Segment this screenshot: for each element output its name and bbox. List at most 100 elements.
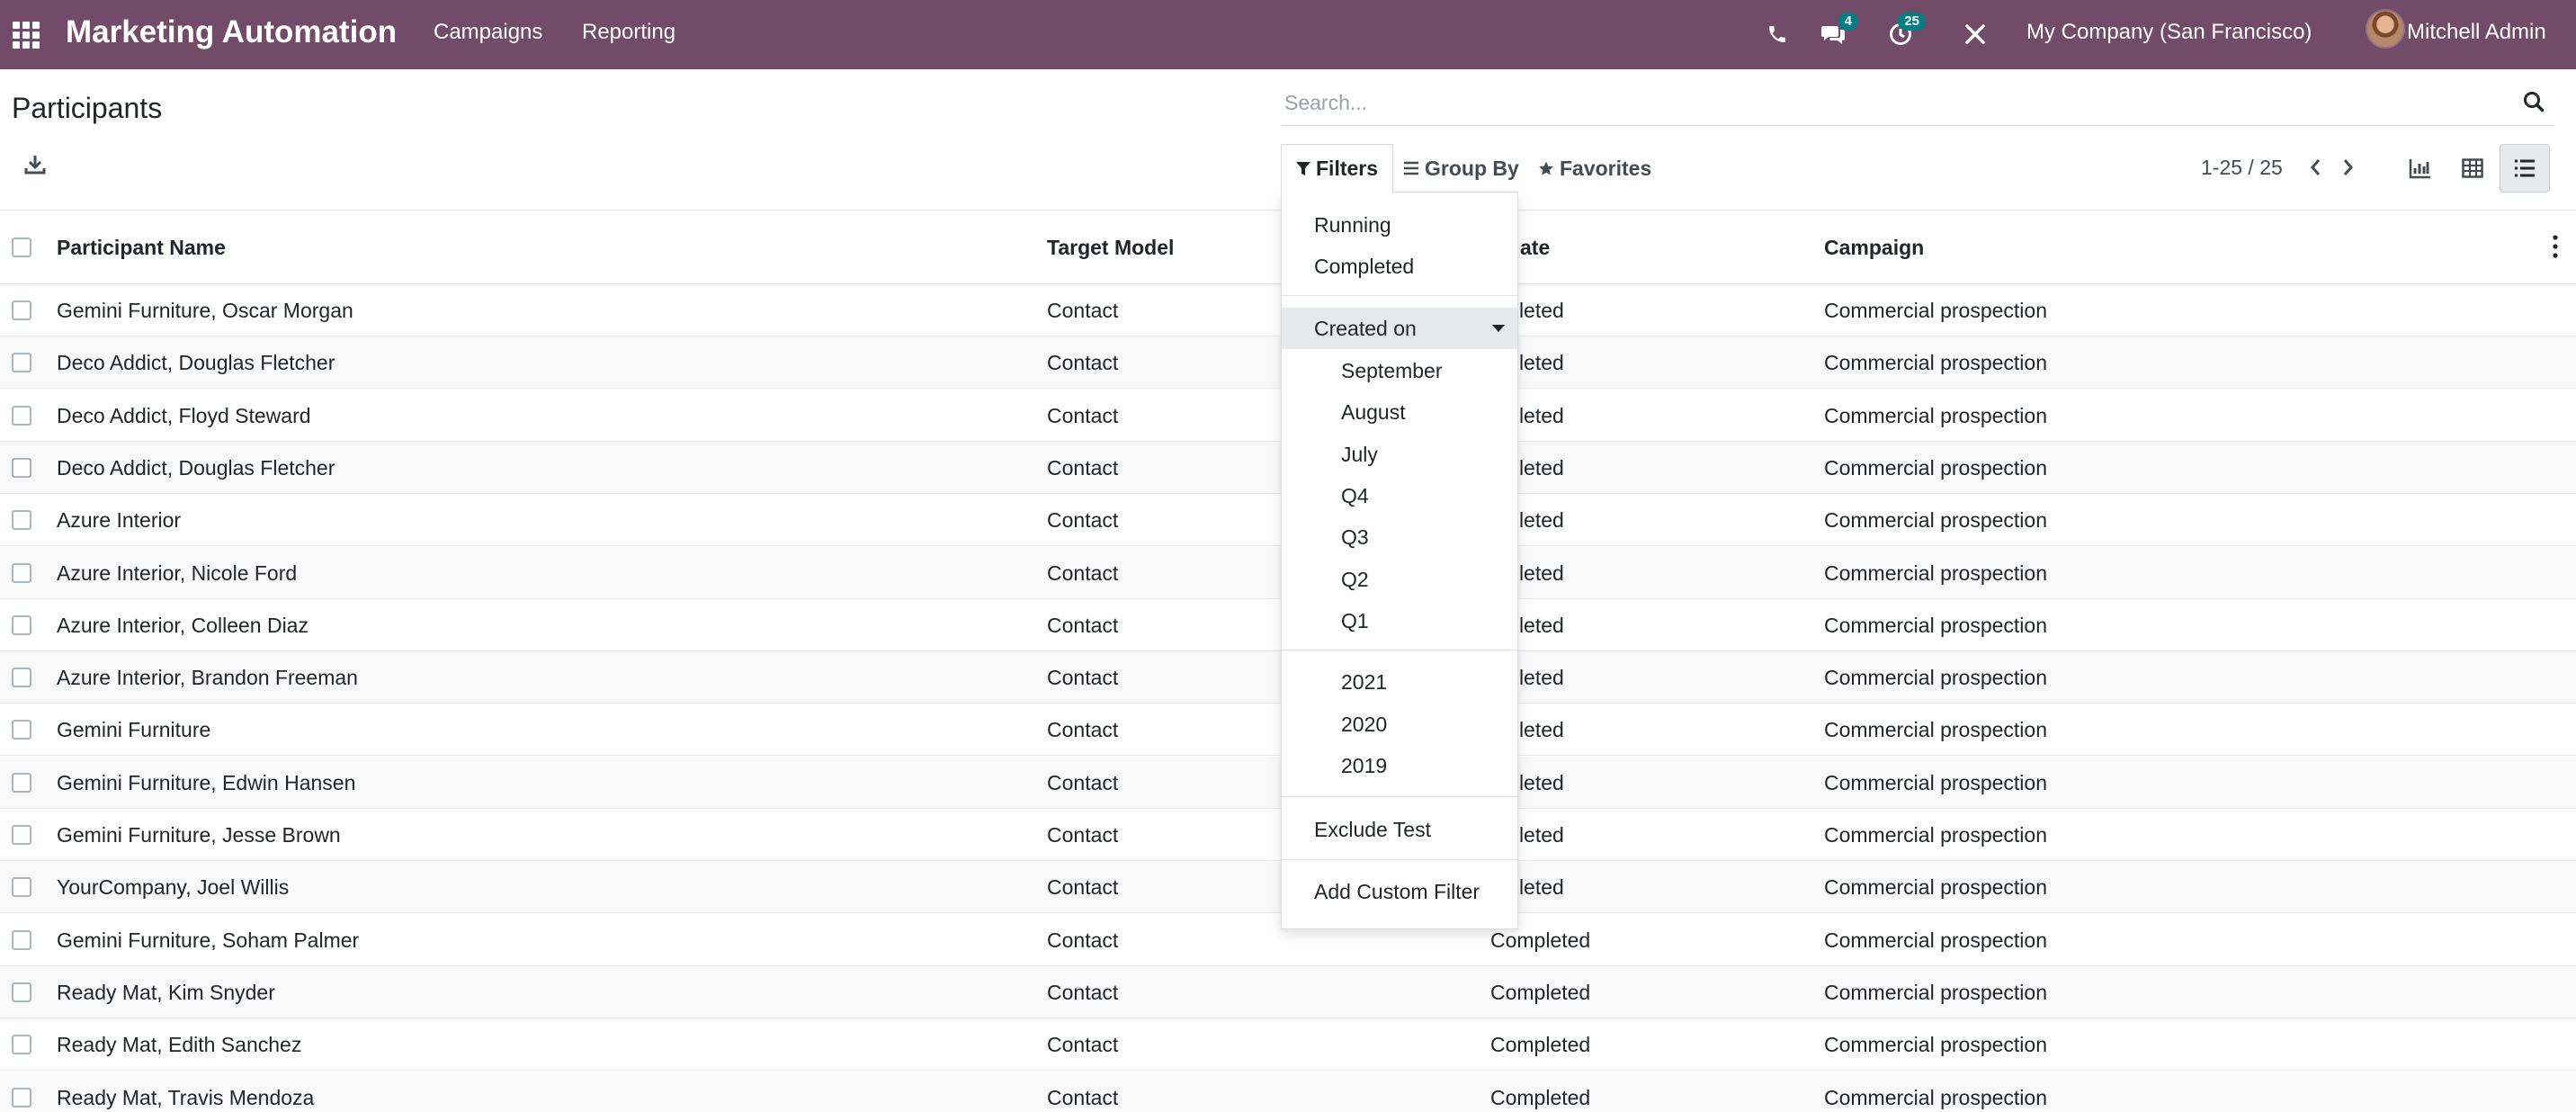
pager-next-icon[interactable] — [2335, 153, 2362, 182]
row-checkbox[interactable] — [12, 668, 31, 688]
filter-created-on-label: Created on — [1314, 317, 1417, 340]
table-row[interactable]: Ready Mat, Edith Sanchez Contact Completed… — [0, 1018, 2576, 1072]
add-custom-filter[interactable]: Add Custom Filter — [1282, 871, 1517, 912]
row-checkbox[interactable] — [12, 300, 31, 320]
filter-quarter-q3[interactable]: Q3 — [1282, 516, 1517, 558]
search-icon[interactable] — [2522, 90, 2547, 115]
filter-exclude-test[interactable]: Exclude Test — [1282, 809, 1517, 850]
favorites-label: Favorites — [1560, 156, 1652, 180]
campaign-cell: Commercial prospection — [1824, 666, 2047, 690]
participant-name-cell: YourCompany, Joel Willis — [57, 875, 290, 900]
favorites-button[interactable]: Favorites — [1538, 144, 1651, 193]
optional-columns-icon[interactable] — [2553, 232, 2558, 261]
participant-name-cell: Azure Interior, Brandon Freeman — [57, 666, 358, 690]
participant-name-cell: Ready Mat, Travis Mendoza — [57, 1085, 315, 1109]
row-checkbox[interactable] — [12, 1087, 31, 1108]
messages-badge: 4 — [1838, 13, 1858, 31]
campaign-cell: Commercial prospection — [1824, 403, 2047, 427]
participant-name-cell: Gemini Furniture, Oscar Morgan — [57, 299, 353, 322]
table-row[interactable]: Ready Mat, Kim Snyder Contact Completed Com… — [0, 965, 2576, 1018]
activities-badge: 25 — [1898, 13, 1926, 31]
filters-label: Filters — [1316, 157, 1379, 180]
filters-dropdown: Running Completed Created on September A… — [1281, 192, 1518, 929]
target-model-cell: Contact — [1047, 403, 1119, 427]
row-checkbox[interactable] — [12, 405, 31, 426]
participant-name-cell: Gemini Furniture, Edwin Hansen — [57, 770, 356, 794]
filter-quarter-q4[interactable]: Q4 — [1282, 475, 1517, 516]
target-model-cell: Contact — [1047, 666, 1119, 690]
dropdown-divider — [1282, 796, 1517, 797]
campaign-cell: Commercial prospection — [1824, 875, 2047, 900]
apps-grid-icon[interactable] — [13, 22, 40, 49]
campaign-cell: Commercial prospection — [1824, 508, 2047, 533]
target-model-cell: Contact — [1047, 613, 1119, 637]
graph-view-icon[interactable] — [2395, 144, 2446, 193]
filters-button[interactable]: Filters — [1281, 144, 1394, 193]
row-checkbox[interactable] — [12, 1035, 31, 1055]
campaign-cell: Commercial prospection — [1824, 770, 2047, 794]
caret-down-icon — [1492, 325, 1505, 332]
dropdown-divider — [1282, 859, 1517, 860]
company-switcher[interactable]: My Company (San Francisco) — [2026, 18, 2312, 47]
table-row[interactable]: Ready Mat, Travis Mendoza Contact Complete… — [0, 1071, 2576, 1112]
menu-reporting[interactable]: Reporting — [582, 18, 675, 47]
filter-month-july[interactable]: July — [1282, 434, 1517, 475]
filter-running[interactable]: Running — [1282, 204, 1517, 246]
row-checkbox[interactable] — [12, 614, 31, 635]
phone-icon[interactable] — [1761, 18, 1793, 50]
target-model-cell: Contact — [1047, 1033, 1119, 1057]
group-by-button[interactable]: Group By — [1403, 144, 1519, 193]
filter-quarter-q1[interactable]: Q1 — [1282, 600, 1517, 641]
star-icon — [1539, 161, 1553, 175]
target-model-cell: Contact — [1047, 718, 1119, 742]
list-view-icon[interactable] — [2500, 144, 2550, 193]
header-state[interactable]: ate — [1520, 234, 1550, 261]
row-checkbox[interactable] — [12, 825, 31, 845]
target-model-cell: Contact — [1047, 823, 1119, 847]
target-model-cell: Contact — [1047, 928, 1119, 952]
list-bars-icon — [1404, 161, 1418, 175]
messages-icon[interactable]: 4 — [1817, 13, 1858, 50]
pager-value[interactable]: 1-25 / 25 — [2201, 153, 2283, 182]
state-cell: Completed — [1490, 1033, 1591, 1057]
select-all-checkbox[interactable] — [12, 238, 31, 257]
filter-quarter-q2[interactable]: Q2 — [1282, 559, 1517, 600]
app-title[interactable]: Marketing Automation — [66, 13, 397, 52]
search-input[interactable] — [1281, 83, 2554, 122]
participant-name-cell: Deco Addict, Douglas Fletcher — [57, 351, 335, 375]
pivot-view-icon[interactable] — [2447, 144, 2498, 193]
row-checkbox[interactable] — [12, 562, 31, 583]
row-checkbox[interactable] — [12, 510, 31, 531]
user-avatar[interactable] — [2366, 9, 2405, 49]
participant-name-cell: Ready Mat, Kim Snyder — [57, 980, 275, 1004]
download-icon[interactable] — [23, 153, 50, 180]
filter-year-2021[interactable]: 2021 — [1282, 661, 1517, 703]
pager-previous-icon[interactable] — [2302, 153, 2329, 182]
user-menu[interactable]: Mitchell Admin — [2407, 18, 2546, 47]
filter-month-august[interactable]: August — [1282, 391, 1517, 433]
menu-campaigns[interactable]: Campaigns — [434, 18, 542, 47]
row-checkbox[interactable] — [12, 353, 31, 373]
row-checkbox[interactable] — [12, 457, 31, 478]
row-checkbox[interactable] — [12, 929, 31, 950]
target-model-cell: Contact — [1047, 299, 1119, 322]
filter-completed[interactable]: Completed — [1282, 246, 1517, 287]
row-checkbox[interactable] — [12, 772, 31, 793]
campaign-cell: Commercial prospection — [1824, 455, 2047, 480]
header-participant-name[interactable]: Participant Name — [57, 234, 226, 261]
filter-month-september[interactable]: September — [1282, 350, 1517, 391]
row-checkbox[interactable] — [12, 720, 31, 740]
filter-year-2020[interactable]: 2020 — [1282, 704, 1517, 745]
target-model-cell: Contact — [1047, 455, 1119, 480]
debug-tools-icon[interactable] — [1959, 18, 1991, 50]
filter-year-2019[interactable]: 2019 — [1282, 745, 1517, 786]
header-target-model[interactable]: Target Model — [1047, 234, 1174, 261]
filter-created-on[interactable]: Created on — [1282, 308, 1517, 349]
campaign-cell: Commercial prospection — [1824, 613, 2047, 637]
row-checkbox[interactable] — [12, 877, 31, 898]
header-campaign[interactable]: Campaign — [1824, 234, 1924, 261]
participant-name-cell: Deco Addict, Floyd Steward — [57, 403, 311, 427]
activity-clock-icon[interactable]: 25 — [1884, 13, 1926, 50]
row-checkbox[interactable] — [12, 982, 31, 1002]
participant-name-cell: Ready Mat, Edith Sanchez — [57, 1033, 302, 1057]
